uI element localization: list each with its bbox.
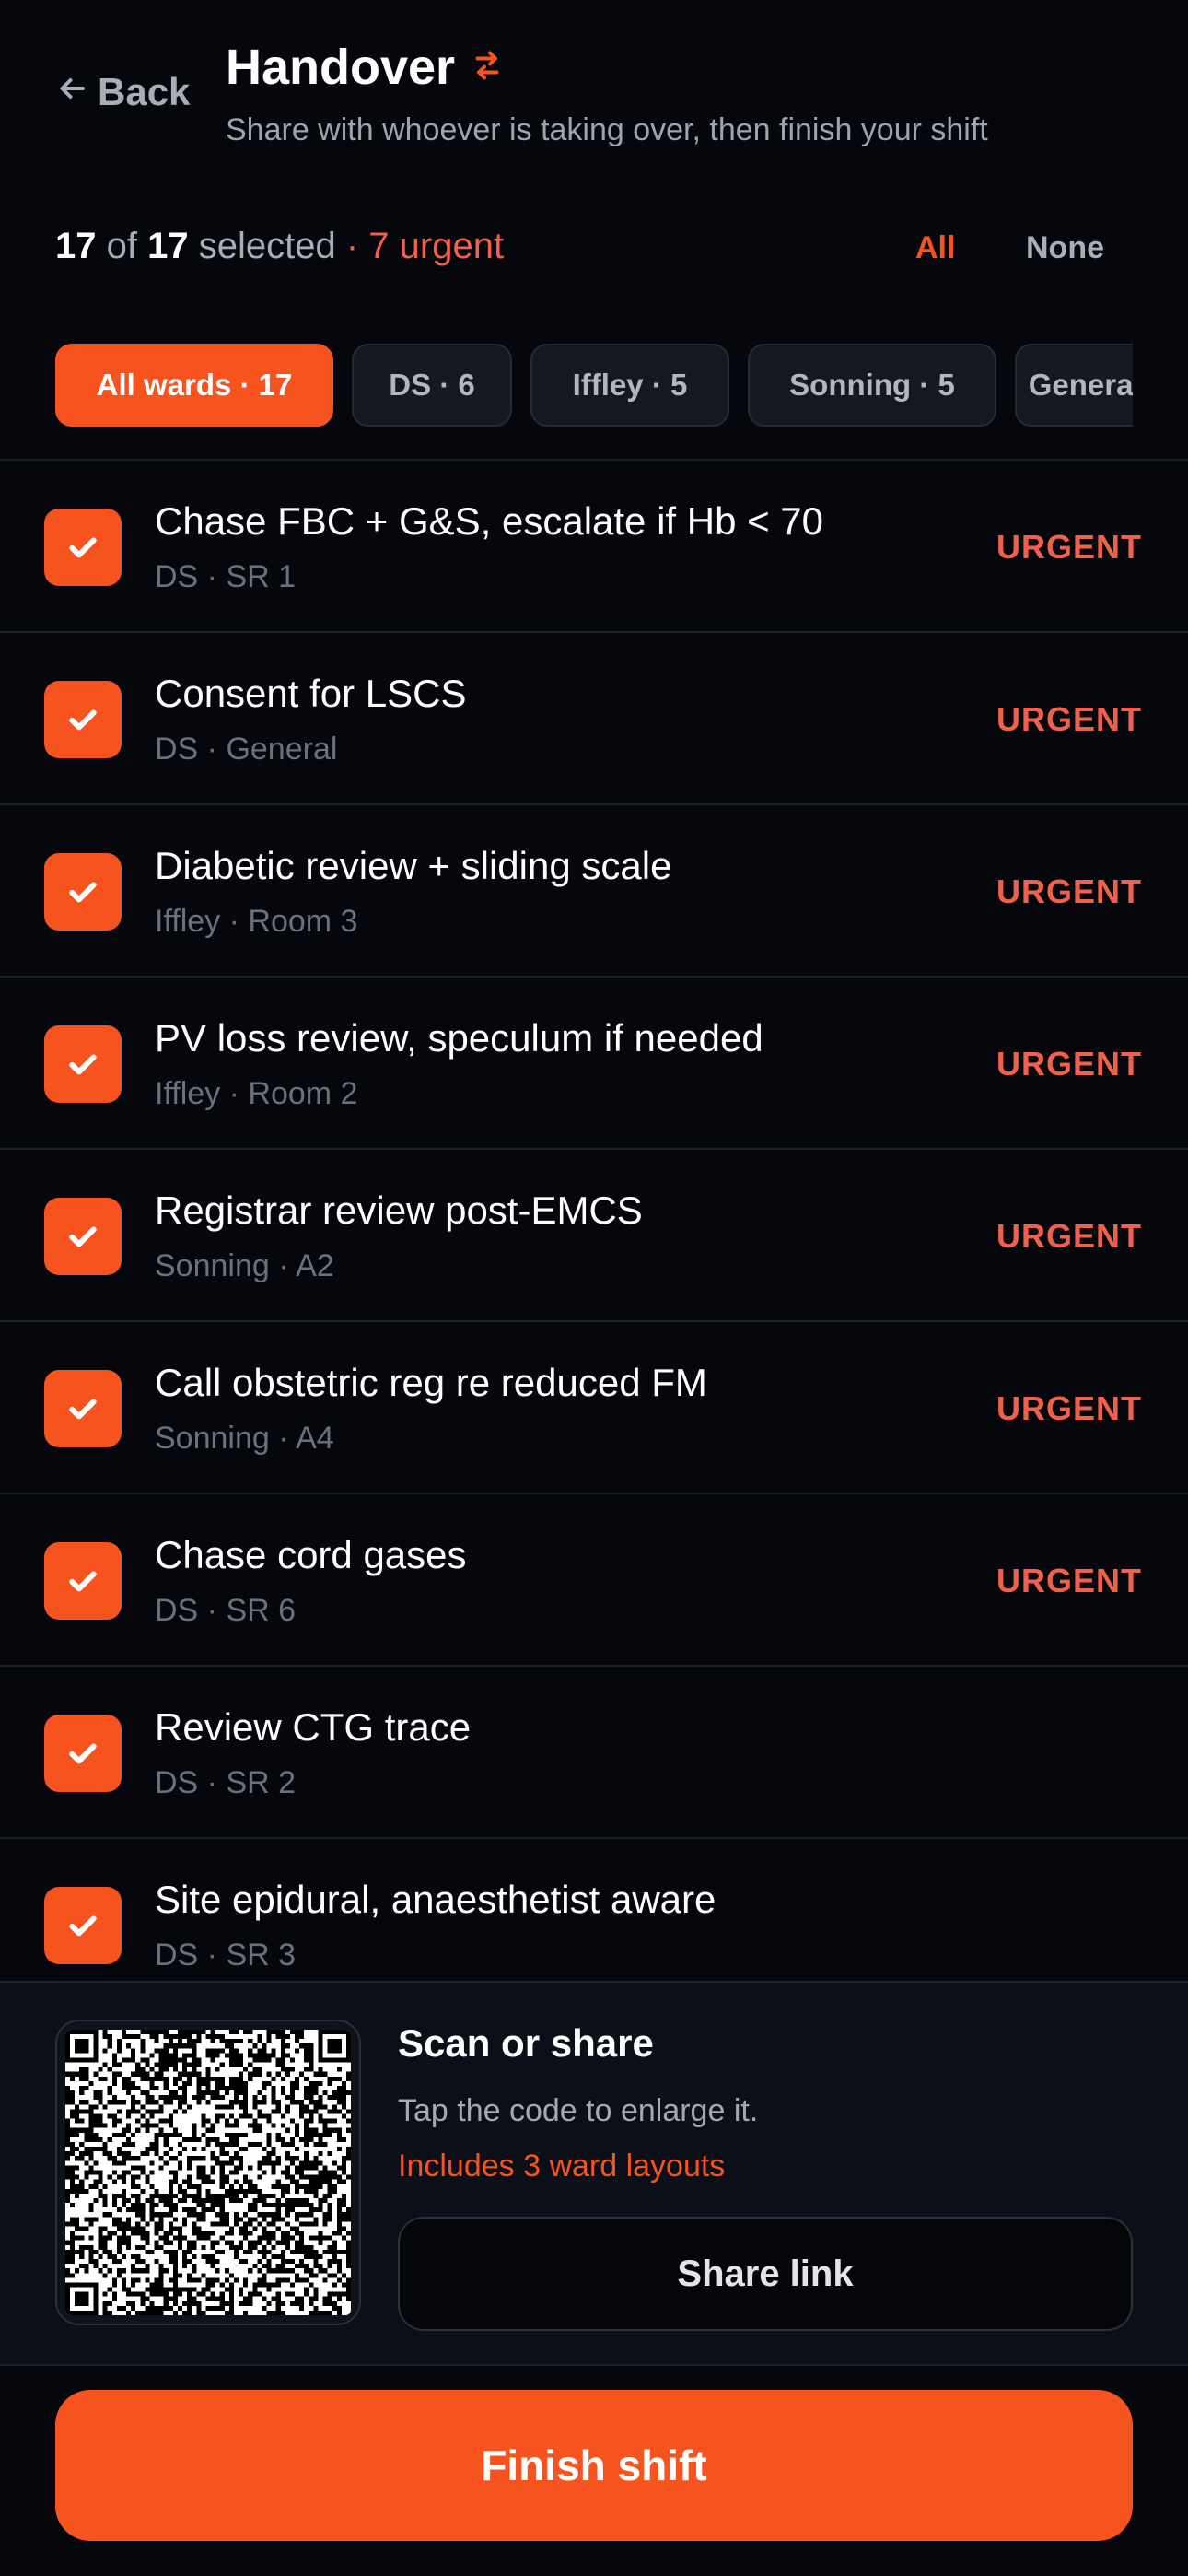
urgent-badge: URGENT bbox=[996, 1217, 1142, 1255]
urgent-badge: URGENT bbox=[996, 1389, 1142, 1427]
task-checkbox[interactable] bbox=[44, 509, 122, 586]
task-checkbox[interactable] bbox=[44, 681, 122, 758]
ward-filter-chip[interactable]: Iffley · 5 bbox=[530, 344, 729, 427]
urgent-badge: URGENT bbox=[996, 528, 1142, 566]
task-title: PV loss review, speculum if needed bbox=[155, 1016, 763, 1060]
ward-filter-chip[interactable]: General · 1 bbox=[1015, 344, 1133, 427]
selected-count: 17 bbox=[55, 226, 97, 266]
title-row: Handover bbox=[226, 39, 501, 96]
task-row[interactable]: Chase FBC + G&S, escalate if Hb < 70 DS ·… bbox=[0, 461, 1188, 633]
task-checkbox[interactable] bbox=[44, 1370, 122, 1447]
urgent-badge: URGENT bbox=[996, 872, 1142, 910]
task-row[interactable]: Diabetic review + sliding scale Iffley · … bbox=[0, 805, 1188, 978]
share-link-button[interactable]: Share link bbox=[398, 2217, 1133, 2331]
task-checkbox[interactable] bbox=[44, 853, 122, 931]
task-title: Chase cord gases bbox=[155, 1533, 467, 1576]
page-title: Handover bbox=[226, 40, 456, 95]
task-location: DS · SR 1 bbox=[155, 559, 297, 594]
check-icon bbox=[69, 1399, 97, 1420]
select-all-button[interactable]: All bbox=[915, 230, 955, 266]
task-row[interactable]: Chase cord gases DS · SR 6 URGENT bbox=[0, 1494, 1188, 1667]
task-title: Chase FBC + G&S, escalate if Hb < 70 bbox=[155, 499, 824, 543]
task-title: Registrar review post-EMCS bbox=[155, 1188, 643, 1232]
share-panel: Scan or share Tap the code to enlarge it… bbox=[0, 1981, 1188, 2366]
ward-filter-chip[interactable]: All wards · 17 bbox=[55, 344, 333, 427]
task-title: Review CTG trace bbox=[155, 1705, 472, 1749]
qr-code bbox=[65, 2030, 351, 2315]
urgent-badge: URGENT bbox=[996, 1045, 1142, 1083]
selected-label: selected bbox=[198, 226, 336, 266]
urgent-count: · 7 urgent bbox=[345, 226, 505, 266]
back-button[interactable]: Back bbox=[55, 70, 190, 114]
task-location: DS · SR 2 bbox=[155, 1765, 297, 1800]
task-location: Sonning · A2 bbox=[155, 1248, 334, 1283]
of-label: of bbox=[106, 226, 137, 266]
task-checkbox[interactable] bbox=[44, 1887, 122, 1964]
task-checkbox[interactable] bbox=[44, 1715, 122, 1792]
share-hint: Tap the code to enlarge it. bbox=[398, 2093, 759, 2128]
ward-filter-chips: All wards · 17 DS · 6 Iffley · 5 Sonning · … bbox=[55, 344, 1133, 427]
task-title: Consent for LSCS bbox=[155, 672, 467, 715]
check-icon bbox=[69, 1743, 97, 1764]
check-icon bbox=[69, 882, 97, 903]
urgent-badge: URGENT bbox=[996, 700, 1142, 738]
check-icon bbox=[69, 709, 97, 731]
task-row[interactable]: Call obstetric reg re reduced FM Sonning … bbox=[0, 1322, 1188, 1494]
task-row[interactable]: Registrar review post-EMCS Sonning · A2 UR… bbox=[0, 1150, 1188, 1322]
share-title: Scan or share bbox=[398, 2021, 654, 2065]
task-title: Call obstetric reg re reduced FM bbox=[155, 1361, 707, 1404]
task-checkbox[interactable] bbox=[44, 1198, 122, 1275]
task-title: Diabetic review + sliding scale bbox=[155, 844, 672, 887]
task-location: Iffley · Room 2 bbox=[155, 1076, 358, 1111]
ward-filter-bar[interactable]: All wards · 17 DS · 6 Iffley · 5 Sonning · … bbox=[55, 344, 1133, 427]
share-includes-note: Includes 3 ward layouts bbox=[398, 2149, 726, 2184]
task-location: DS · SR 3 bbox=[155, 1938, 297, 1973]
page-subtitle: Share with whoever is taking over, then … bbox=[226, 112, 988, 147]
urgent-badge: URGENT bbox=[996, 1562, 1142, 1599]
task-title: Site epidural, anaesthetist aware bbox=[155, 1878, 716, 1921]
task-checkbox[interactable] bbox=[44, 1542, 122, 1620]
check-icon bbox=[69, 1571, 97, 1592]
check-icon bbox=[69, 537, 97, 558]
check-icon bbox=[69, 1915, 97, 1937]
check-icon bbox=[69, 1054, 97, 1075]
total-count: 17 bbox=[147, 226, 189, 266]
handover-screen: Back Handover Share with whoever is taki… bbox=[0, 0, 1188, 2576]
task-row[interactable]: Review CTG trace DS · SR 2 bbox=[0, 1667, 1188, 1839]
task-list[interactable]: Chase FBC + G&S, escalate if Hb < 70 DS ·… bbox=[0, 459, 1188, 1983]
finish-shift-button[interactable]: Finish shift bbox=[55, 2390, 1133, 2541]
task-row[interactable]: Consent for LSCS DS · General URGENT bbox=[0, 633, 1188, 805]
task-location: Sonning · A4 bbox=[155, 1421, 334, 1456]
ward-filter-chip[interactable]: Sonning · 5 bbox=[748, 344, 996, 427]
swap-arrows-icon[interactable] bbox=[473, 46, 501, 89]
task-row[interactable]: Site epidural, anaesthetist aware DS · SR… bbox=[0, 1839, 1188, 1983]
task-checkbox[interactable] bbox=[44, 1025, 122, 1103]
task-location: Iffley · Room 3 bbox=[155, 904, 358, 939]
selection-summary: 17 of 17 selected · 7 urgent bbox=[55, 226, 504, 267]
arrow-left-icon bbox=[55, 70, 88, 114]
task-location: DS · General bbox=[155, 732, 338, 767]
qr-code-button[interactable] bbox=[55, 2020, 361, 2325]
back-label: Back bbox=[98, 70, 191, 113]
ward-filter-chip[interactable]: DS · 6 bbox=[352, 344, 512, 427]
task-row[interactable]: PV loss review, speculum if needed Iffley… bbox=[0, 978, 1188, 1150]
task-location: DS · SR 6 bbox=[155, 1593, 297, 1628]
check-icon bbox=[69, 1226, 97, 1247]
select-none-button[interactable]: None bbox=[1026, 230, 1104, 266]
